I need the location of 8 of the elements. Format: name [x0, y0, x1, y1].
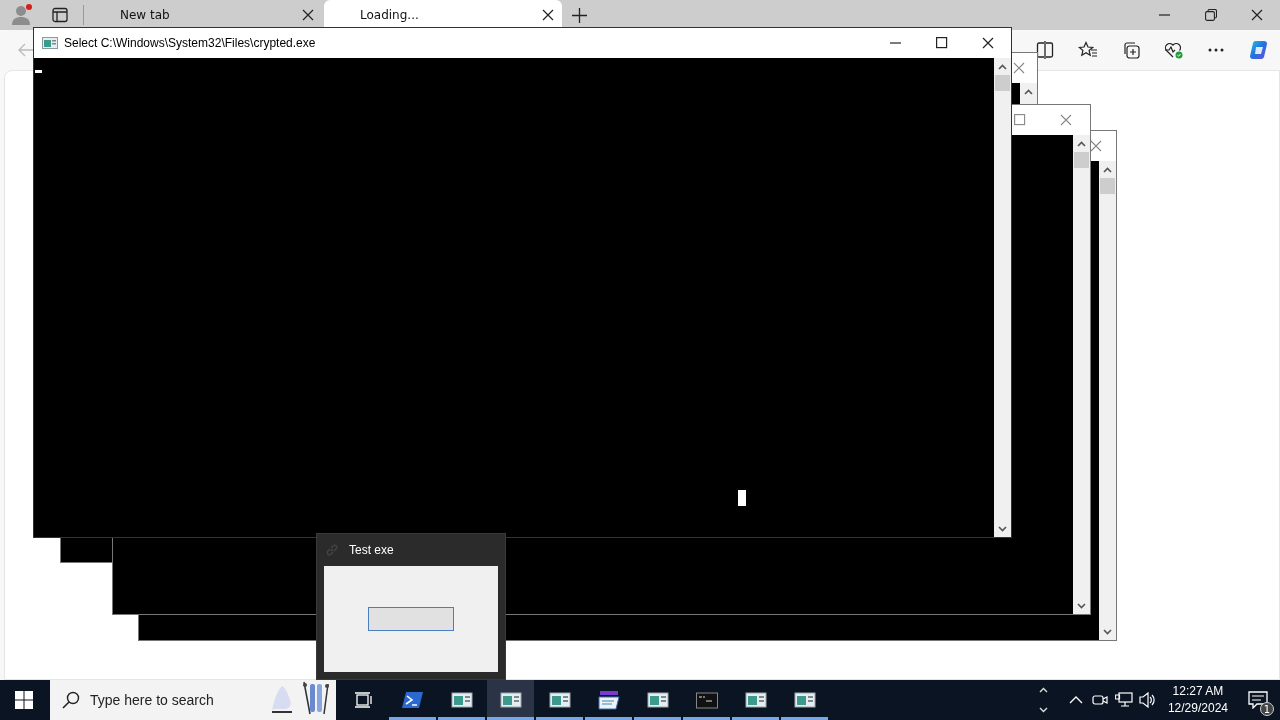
search-field[interactable]: Type here to search [88, 691, 258, 709]
preview-title: Test exe [349, 543, 394, 557]
clock[interactable]: 12:27 AM 12/29/2024 [1159, 683, 1236, 717]
notification-badge: 1 [1260, 702, 1274, 716]
search-bar[interactable]: Type here to search [50, 680, 336, 720]
window-title: Select C:\Windows\System32\Files\crypted.exe [64, 36, 316, 50]
browser-tab[interactable]: New tab [84, 0, 322, 30]
browser-tab[interactable]: Loading... [324, 0, 562, 30]
